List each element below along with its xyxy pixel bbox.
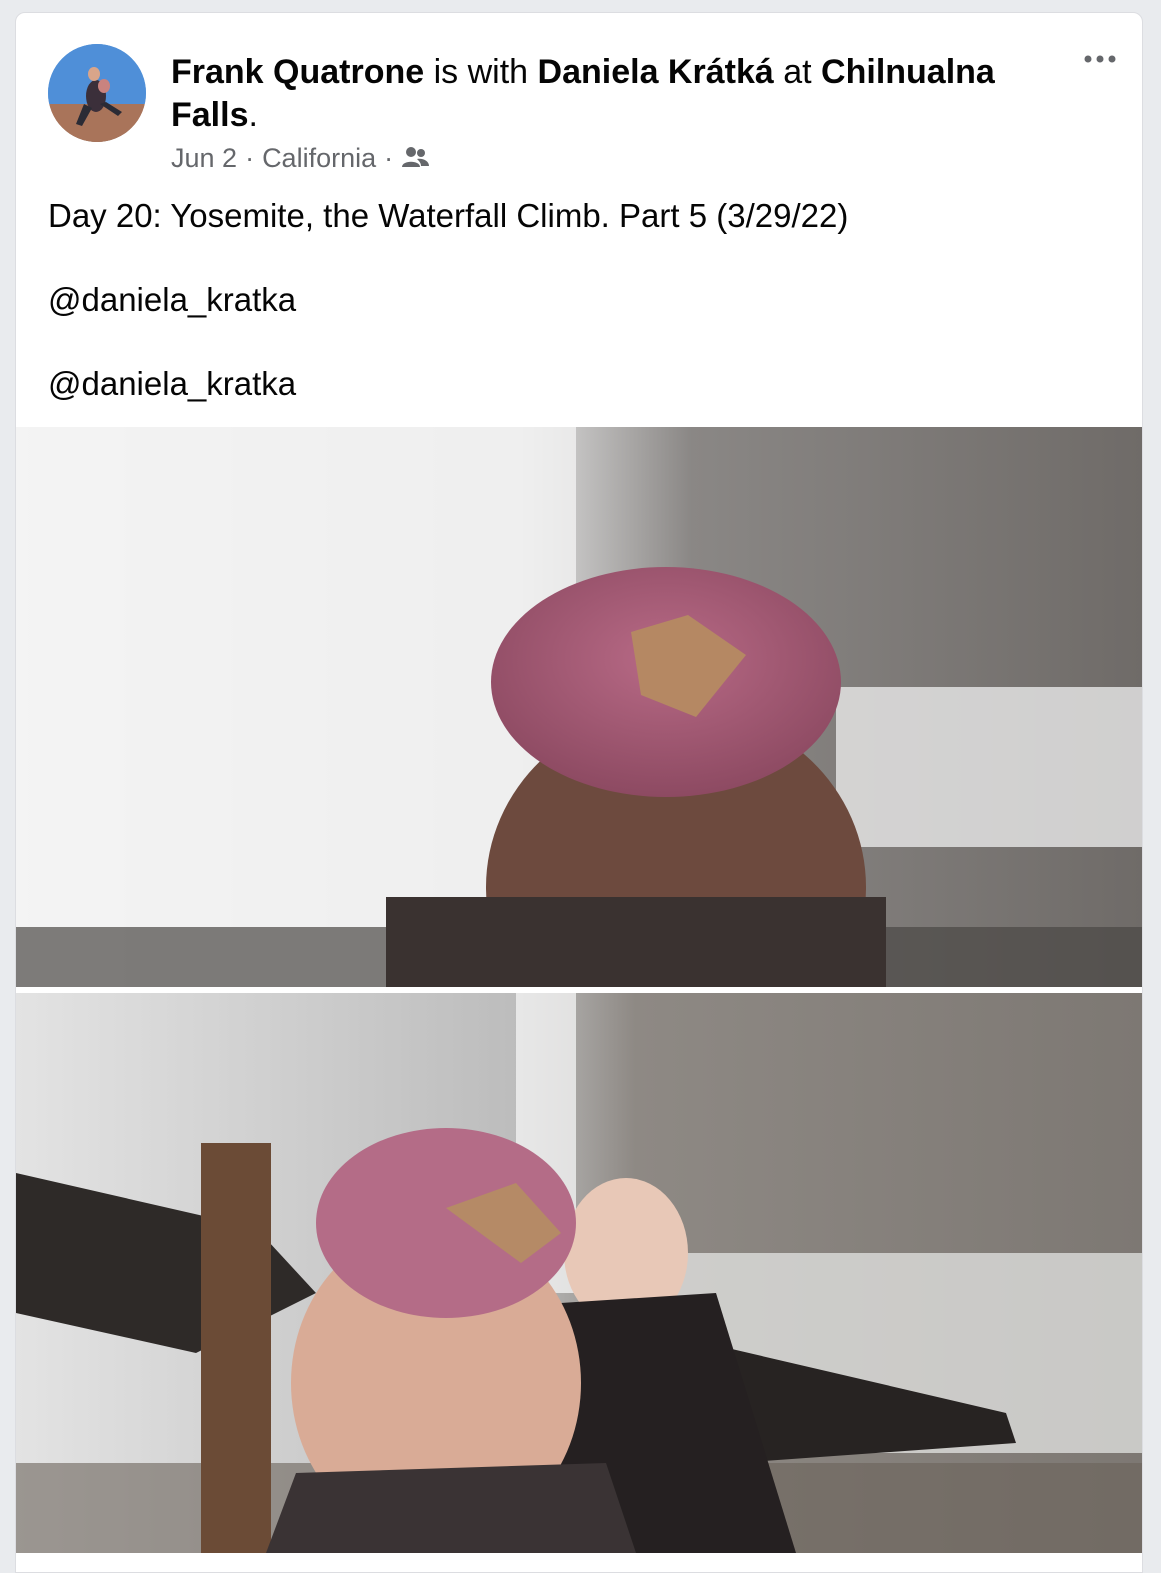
author-avatar[interactable] <box>48 44 146 142</box>
at-text: at <box>783 53 812 91</box>
author-name[interactable]: Frank Quatrone <box>171 53 424 91</box>
mention[interactable]: @daniela_kratka <box>48 279 1108 321</box>
meta-separator: · <box>384 142 394 173</box>
post-body: Day 20: Yosemite, the Waterfall Climb. P… <box>48 195 1108 447</box>
post-place[interactable]: California <box>262 143 376 174</box>
header-period: . <box>248 96 258 134</box>
more-options-button[interactable] <box>1080 49 1120 69</box>
more-horizontal-icon <box>1084 55 1116 63</box>
meta-separator: · <box>245 142 255 173</box>
photo-image <box>16 993 1142 1553</box>
post-card: Frank Quatrone is with Daniela Krátká at… <box>15 12 1143 1573</box>
friends-icon[interactable] <box>401 145 431 171</box>
with-text: is with <box>433 53 529 91</box>
photo-image <box>16 427 1142 987</box>
tagged-person[interactable]: Daniela Krátká <box>538 53 774 91</box>
post-photo-1[interactable] <box>16 427 1142 987</box>
post-meta: Jun 2 · California · <box>171 140 431 176</box>
mention[interactable]: @daniela_kratka <box>48 363 1108 405</box>
post-line: Day 20: Yosemite, the Waterfall Climb. P… <box>48 197 849 234</box>
post-photo-2[interactable] <box>16 993 1142 1553</box>
avatar-image <box>48 44 146 142</box>
post-header: Frank Quatrone is with Daniela Krátká at… <box>171 51 1051 137</box>
post-date[interactable]: Jun 2 <box>171 143 237 174</box>
